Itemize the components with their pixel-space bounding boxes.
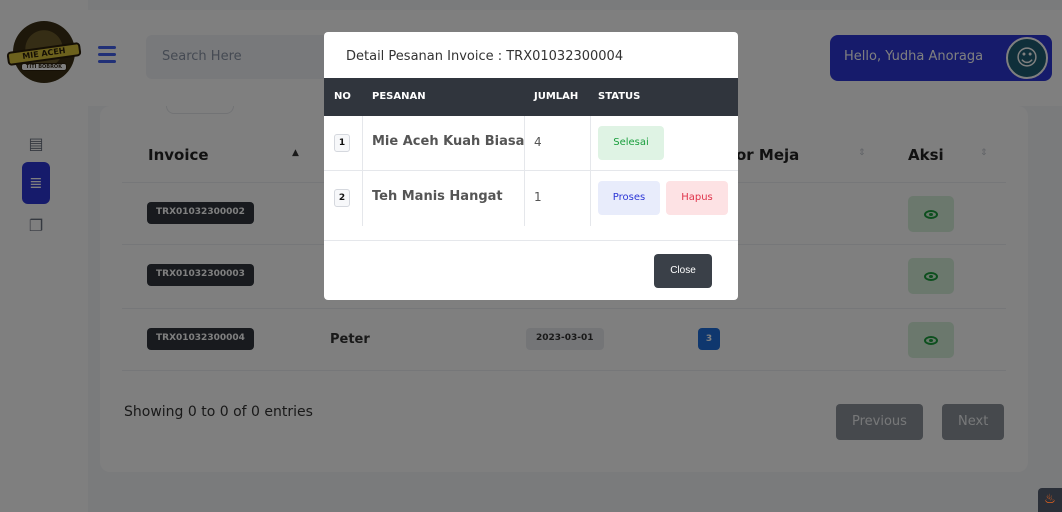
item-quantity: 1 <box>534 190 542 204</box>
row-number: 1 <box>334 134 350 152</box>
order-detail-modal: Detail Pesanan Invoice : TRX01032300004 … <box>324 32 738 300</box>
status-badge: Selesai <box>598 126 664 160</box>
header-pesanan: PESANAN <box>372 91 426 102</box>
item-quantity: 4 <box>534 135 542 149</box>
modal-table-header: NO PESANAN JUMLAH STATUS <box>324 78 738 116</box>
header-jumlah: JUMLAH <box>534 91 579 102</box>
item-name: Teh Manis Hangat <box>372 189 503 204</box>
table-row: 2 Teh Manis Hangat 1 Proses Hapus <box>324 171 738 226</box>
table-row: 1 Mie Aceh Kuah Biasa 4 Selesai <box>324 116 738 171</box>
item-name: Mie Aceh Kuah Biasa <box>372 134 525 149</box>
header-no: NO <box>334 91 351 102</box>
close-button[interactable]: Close <box>654 254 712 288</box>
header-status: STATUS <box>598 91 641 102</box>
proses-button[interactable]: Proses <box>598 181 660 215</box>
fire-icon[interactable]: ♨ <box>1038 488 1062 512</box>
hapus-button[interactable]: Hapus <box>666 181 728 215</box>
modal-title: Detail Pesanan Invoice : TRX01032300004 <box>346 49 624 64</box>
divider <box>324 240 738 241</box>
row-number: 2 <box>334 189 350 207</box>
